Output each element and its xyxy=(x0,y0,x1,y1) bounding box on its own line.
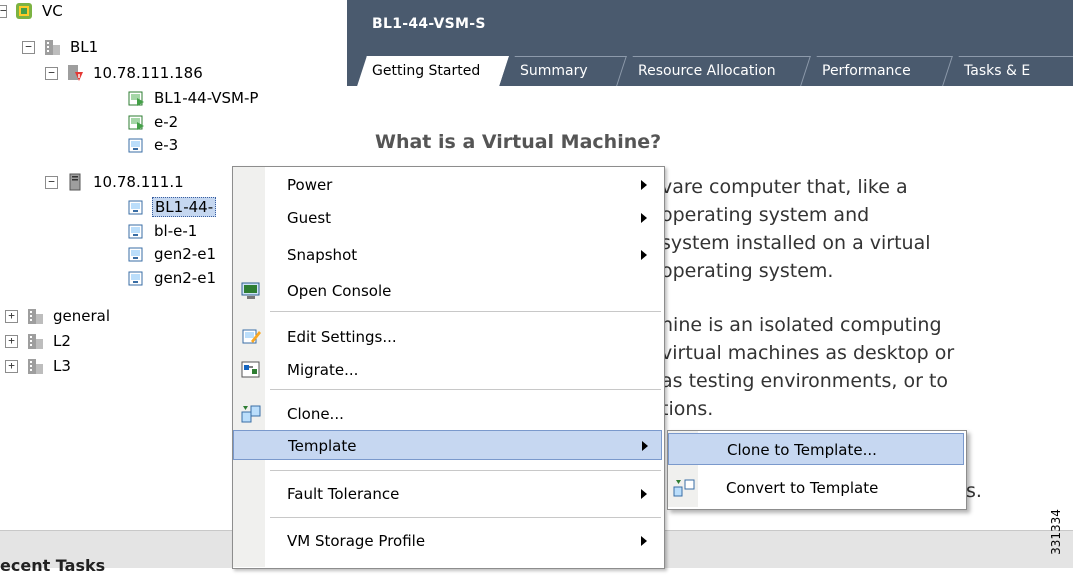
tree-label: BL1 xyxy=(70,38,99,56)
datacenter-icon xyxy=(26,357,44,375)
tree-node-folder-general[interactable]: + general xyxy=(5,305,112,327)
tab-summary[interactable]: Summary xyxy=(505,56,627,86)
console-icon xyxy=(241,281,261,301)
submenu-arrow-icon xyxy=(641,250,647,260)
tree-node-host2[interactable]: − 10.78.111.1 xyxy=(45,171,186,193)
host-warning-icon xyxy=(66,64,84,82)
datacenter-icon xyxy=(26,307,44,325)
vm-icon xyxy=(127,269,145,287)
submenu-arrow-icon xyxy=(641,180,647,190)
tree-label: bl-e-1 xyxy=(154,222,198,240)
menu-separator xyxy=(270,311,661,312)
tree-node-datacenter[interactable]: − BL1 xyxy=(22,36,100,58)
menu-item-edit-settings[interactable]: Edit Settings... xyxy=(233,322,662,352)
content-heading: What is a Virtual Machine? xyxy=(375,131,662,153)
menu-separator xyxy=(270,470,661,471)
menu-item-clone[interactable]: Clone... xyxy=(233,399,662,429)
datacenter-icon xyxy=(26,332,44,350)
recent-tasks-label[interactable]: ecent Tasks xyxy=(0,556,105,575)
menu-item-fault-tolerance[interactable]: Fault Tolerance xyxy=(233,479,662,509)
collapse-toggle[interactable]: − xyxy=(45,66,58,80)
tab-getting-started[interactable]: Getting Started xyxy=(357,56,509,86)
clone-icon xyxy=(241,404,261,424)
content-text: system installed on a virtual xyxy=(661,232,931,254)
tab-resource-allocation[interactable]: Resource Allocation xyxy=(623,56,811,86)
vcenter-icon xyxy=(15,2,33,20)
tree-label: general xyxy=(53,307,111,325)
tree-label: L2 xyxy=(53,332,71,350)
submenu-arrow-icon xyxy=(641,489,647,499)
menu-item-guest[interactable]: Guest xyxy=(233,203,662,233)
submenu-arrow-icon xyxy=(642,441,648,451)
vm-powered-on-icon xyxy=(127,113,145,131)
collapse-toggle[interactable]: − xyxy=(0,4,7,18)
datacenter-icon xyxy=(43,38,61,56)
menu-item-vm-storage-profile[interactable]: VM Storage Profile xyxy=(233,526,662,556)
convert-to-template-icon xyxy=(673,478,695,498)
submenu-arrow-icon xyxy=(641,536,647,546)
vm-icon xyxy=(127,245,145,263)
tree-label: L3 xyxy=(53,357,71,375)
expand-toggle[interactable]: + xyxy=(5,359,18,373)
menu-separator xyxy=(270,517,661,518)
menu-item-power[interactable]: Power xyxy=(233,170,662,200)
tree-node-vm-selected[interactable]: BL1-44- xyxy=(127,196,217,218)
tree-label: VC xyxy=(42,2,63,20)
tree-node-vm[interactable]: BL1-44-VSM-P xyxy=(127,87,260,109)
tree-label: e-2 xyxy=(154,113,179,131)
tree-label: gen2-e1 xyxy=(154,269,216,287)
tab-performance[interactable]: Performance xyxy=(807,56,953,86)
expand-toggle[interactable]: + xyxy=(5,334,18,348)
edit-settings-icon xyxy=(241,327,261,347)
tab-tasks-events[interactable]: Tasks & E xyxy=(949,56,1073,86)
tree-node-vm[interactable]: bl-e-1 xyxy=(127,220,199,242)
figure-id: 331334 xyxy=(1049,509,1063,555)
content-text: vare computer that, like a xyxy=(661,176,908,198)
migrate-icon xyxy=(241,360,261,380)
tree-label: e-3 xyxy=(154,136,179,154)
host-icon xyxy=(66,173,84,191)
vm-title: BL1-44-VSM-S xyxy=(372,16,486,32)
vm-icon xyxy=(127,198,145,216)
content-text: operating system. xyxy=(661,260,834,282)
menu-separator xyxy=(270,389,661,390)
tree-node-host1[interactable]: − 10.78.111.186 xyxy=(45,62,205,84)
content-text: virtual machines as desktop or xyxy=(661,342,955,364)
tree-label: BL1-44-VSM-P xyxy=(154,89,259,107)
submenu-arrow-icon xyxy=(641,213,647,223)
tree-node-folder-l2[interactable]: + L2 xyxy=(5,330,73,352)
tree-label: BL1-44- xyxy=(152,197,217,217)
tree-node-vm[interactable]: e-2 xyxy=(127,111,180,133)
menu-item-template[interactable]: Template xyxy=(233,430,662,460)
tree-node-vc[interactable]: − VC xyxy=(0,0,65,22)
tree-node-vm[interactable]: gen2-e1 xyxy=(127,267,218,289)
expand-toggle[interactable]: + xyxy=(5,309,18,323)
content-text: tions. xyxy=(661,398,714,420)
vm-icon xyxy=(127,222,145,240)
content-text: hine is an isolated computing xyxy=(661,314,942,336)
vm-icon xyxy=(127,136,145,154)
content-text: operating system and xyxy=(661,204,870,226)
menu-item-migrate[interactable]: Migrate... xyxy=(233,355,662,385)
collapse-toggle[interactable]: − xyxy=(45,175,58,189)
tree-node-vm[interactable]: gen2-e1 xyxy=(127,243,218,265)
tree-label: 10.78.111.186 xyxy=(93,64,203,82)
tree-label: 10.78.111.1 xyxy=(93,173,184,191)
vm-powered-on-icon xyxy=(127,89,145,107)
submenu-item-convert-to-template[interactable]: Convert to Template xyxy=(668,472,964,504)
submenu-item-clone-to-template[interactable]: Clone to Template... xyxy=(668,433,964,465)
collapse-toggle[interactable]: − xyxy=(22,40,35,54)
tree-node-folder-l3[interactable]: + L3 xyxy=(5,355,73,377)
tree-label: gen2-e1 xyxy=(154,245,216,263)
content-text: as testing environments, or to xyxy=(661,370,949,392)
menu-item-open-console[interactable]: Open Console xyxy=(233,276,662,306)
menu-item-snapshot[interactable]: Snapshot xyxy=(233,240,662,270)
tree-node-vm[interactable]: e-3 xyxy=(127,134,180,156)
content-text: s. xyxy=(966,480,982,502)
